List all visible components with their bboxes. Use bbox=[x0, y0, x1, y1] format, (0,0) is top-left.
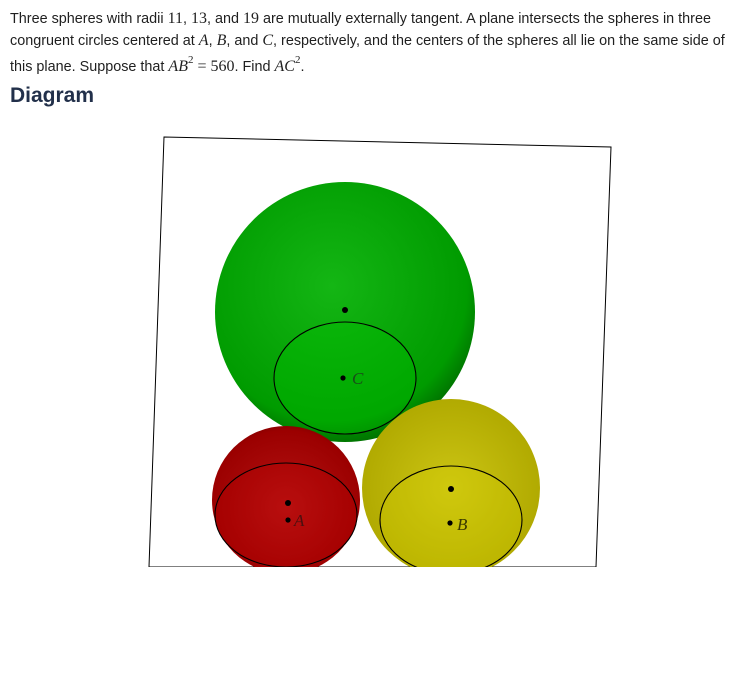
label-b: B bbox=[457, 515, 468, 534]
label-c: C bbox=[352, 369, 364, 388]
sphere-center-a bbox=[285, 500, 291, 506]
sphere-center-c bbox=[342, 307, 348, 313]
label-a: A bbox=[293, 511, 305, 530]
sphere-center-b bbox=[448, 486, 454, 492]
point-c bbox=[340, 375, 346, 381]
point-a bbox=[285, 517, 291, 523]
circle-b bbox=[379, 465, 523, 567]
point-b bbox=[447, 520, 453, 526]
circle-a bbox=[214, 462, 358, 567]
sphere-diagram: C A B bbox=[148, 136, 612, 567]
